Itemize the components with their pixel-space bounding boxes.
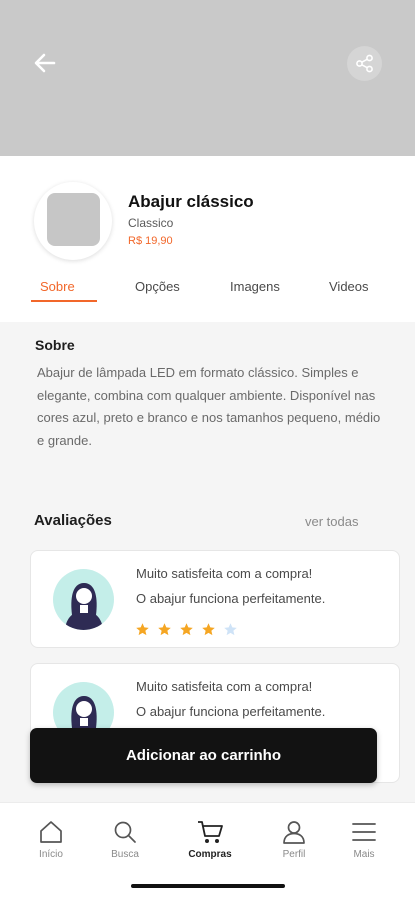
nav-item-inicio[interactable]: Início — [21, 819, 81, 860]
see-all-reviews-link[interactable]: ver todas — [305, 514, 358, 529]
tab-sobre[interactable]: Sobre — [40, 279, 75, 294]
home-indicator — [131, 884, 285, 888]
cart-icon — [198, 821, 223, 843]
woman-avatar-icon — [65, 583, 103, 630]
tab-imagens[interactable]: Imagens — [230, 279, 280, 294]
nav-label: Mais — [353, 849, 375, 860]
about-title: Sobre — [35, 337, 75, 353]
review-card[interactable]: Muito satisfeita com a compra! O abajur … — [30, 550, 400, 648]
product-image-placeholder[interactable] — [47, 193, 100, 246]
product-title: Abajur clássico — [128, 192, 254, 211]
nav-label: Compras — [188, 849, 232, 860]
product-price: R$ 19,90 — [128, 235, 173, 247]
star-filled-icon — [158, 623, 171, 636]
search-icon — [114, 821, 136, 843]
review-headline: Muito satisfeita com a compra! — [136, 679, 313, 694]
review-headline: Muito satisfeita com a compra! — [136, 566, 313, 581]
user-icon — [283, 821, 305, 844]
product-image-frame — [34, 182, 112, 260]
back-button[interactable] — [30, 48, 60, 78]
nav-item-perfil[interactable]: Perfil — [264, 819, 324, 860]
nav-item-compras[interactable]: Compras — [180, 819, 240, 860]
tab-bar: Sobre Opções Imagens Videos — [0, 279, 415, 307]
nav-label: Perfil — [282, 849, 306, 860]
tab-videos[interactable]: Videos — [329, 279, 369, 294]
nav-label: Busca — [111, 849, 139, 860]
star-empty-icon — [224, 623, 237, 636]
home-icon — [40, 821, 62, 843]
star-filled-icon — [202, 623, 215, 636]
add-to-cart-button[interactable]: Adicionar ao carrinho — [30, 728, 377, 783]
review-text: O abajur funciona perfeitamente. — [136, 704, 326, 719]
share-button[interactable] — [347, 46, 382, 81]
nav-item-mais[interactable]: Mais — [334, 819, 394, 860]
header-banner — [0, 0, 415, 156]
review-text: O abajur funciona perfeitamente. — [136, 591, 326, 606]
arrow-left-icon — [34, 53, 56, 73]
menu-icon — [352, 823, 376, 841]
active-tab-indicator — [31, 300, 97, 302]
reviewer-avatar — [53, 569, 114, 630]
star-filled-icon — [180, 623, 193, 636]
nav-item-busca[interactable]: Busca — [95, 819, 155, 860]
nav-label: Início — [39, 849, 63, 860]
share-icon — [356, 54, 373, 73]
tab-opcoes[interactable]: Opções — [135, 279, 180, 294]
reviews-title: Avaliações — [34, 512, 112, 529]
about-description: Abajur de lâmpada LED em formato clássic… — [37, 365, 381, 448]
star-filled-icon — [136, 623, 149, 636]
product-subtitle: Classico — [128, 216, 174, 230]
